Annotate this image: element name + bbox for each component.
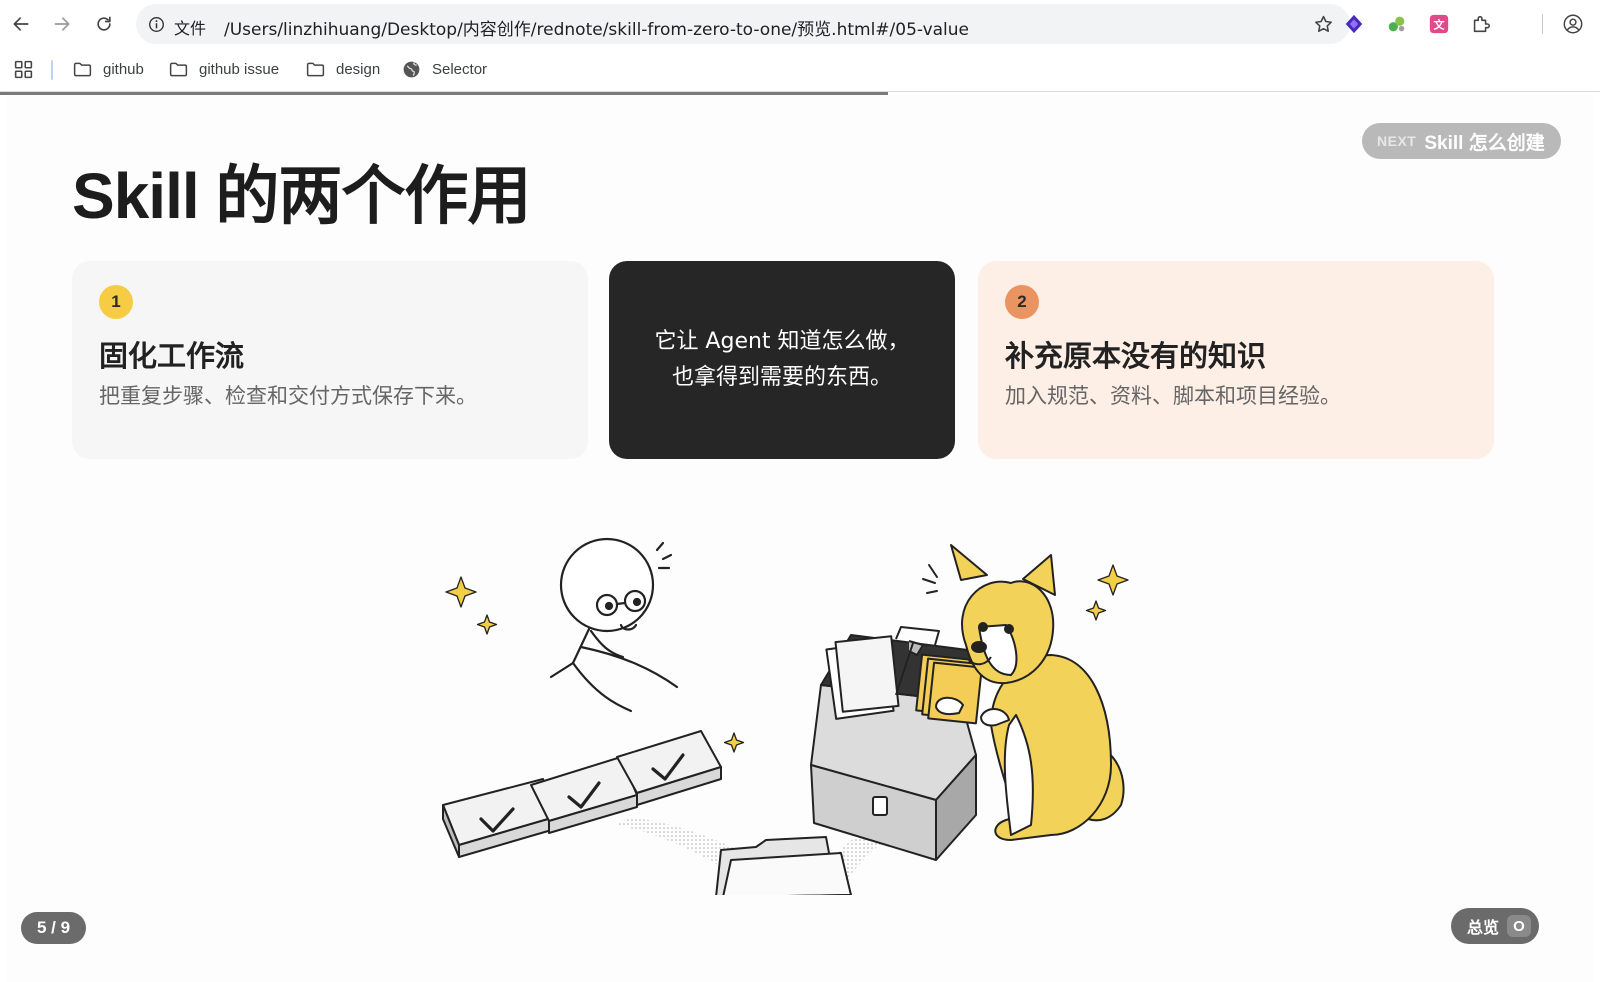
folder-icon [73, 62, 92, 77]
reload-icon [97, 16, 111, 31]
folder-icon [715, 836, 852, 895]
number-badge: 1 [99, 285, 133, 319]
address-bar[interactable]: 文件 /Users/linzhihuang/Desktop/内容创作/redno… [136, 4, 1350, 44]
toolbar-divider [1542, 14, 1543, 34]
card-description: 把重复步骤、检查和交付方式保存下来。 [99, 384, 477, 408]
bookmarks-bar: github github issue design Selector [0, 48, 1600, 92]
extension-puzzle-green-icon[interactable] [1385, 12, 1409, 36]
bookmark-selector[interactable]: Selector [401, 59, 487, 80]
folder-icon [169, 62, 188, 77]
forward-arrow-icon [54, 17, 70, 31]
bookmark-label: design [336, 61, 381, 78]
scheme-label: 文件 [174, 19, 207, 38]
browser-toolbar: 文件 /Users/linzhihuang/Desktop/内容创作/redno… [0, 0, 1600, 48]
next-slide-button[interactable]: NEXT Skill 怎么创建 [1362, 123, 1561, 159]
bookmark-github-issue[interactable]: github issue [168, 59, 279, 80]
extensions-puzzle-icon[interactable] [1469, 12, 1493, 36]
bookmarks-divider [51, 60, 53, 80]
apps-grid-button[interactable] [13, 59, 34, 80]
stick-figure [549, 537, 679, 713]
summary-line-1: 它让 Agent 知道怎么做， [654, 329, 910, 354]
page-title: Skill 的两个作用 [72, 160, 531, 232]
extension-diamond-icon[interactable] [1342, 12, 1366, 36]
url-text[interactable]: /Users/linzhihuang/Desktop/内容创作/rednote/… [224, 15, 969, 40]
slide: Skill 的两个作用 NEXT Skill 怎么创建 1 固化工作流 把重复步… [6, 95, 1594, 982]
card-summary: 它让 Agent 知道怎么做， 也拿得到需要的东西。 [609, 261, 955, 459]
number-badge: 2 [1005, 285, 1039, 319]
bookmark-design[interactable]: design [305, 59, 380, 80]
apps-grid-icon [14, 60, 33, 79]
translate-extension-icon[interactable]: 文 [1427, 12, 1451, 36]
reload-button[interactable] [90, 10, 118, 38]
card-title: 补充原本没有的知识 [1005, 339, 1267, 373]
forward-button[interactable] [48, 10, 76, 38]
bookmark-star-icon[interactable] [1313, 14, 1334, 35]
next-label: Skill 怎么创建 [1424, 132, 1545, 154]
toolbox [810, 626, 992, 861]
card-knowledge: 2 补充原本没有的知识 加入规范、资料、脚本和项目经验。 [978, 261, 1494, 459]
summary-line-2: 也拿得到需要的东西。 [671, 365, 892, 390]
card-title: 固化工作流 [99, 339, 245, 373]
card-description: 加入规范、资料、脚本和项目经验。 [1005, 384, 1341, 408]
globe-icon [403, 61, 420, 78]
skill-illustration [442, 537, 1129, 895]
overview-shortcut-key: O [1507, 915, 1532, 937]
bookmark-label: github [103, 61, 144, 78]
page-indicator: 5 / 9 [21, 912, 87, 944]
overview-label: 总览 [1467, 920, 1500, 937]
card-workflow: 1 固化工作流 把重复步骤、检查和交付方式保存下来。 [72, 261, 588, 459]
profile-avatar-icon[interactable] [1561, 12, 1585, 36]
bookmark-label: Selector [432, 61, 488, 78]
folder-icon [306, 62, 325, 77]
info-icon[interactable] [148, 16, 165, 33]
bookmark-label: github issue [199, 61, 280, 78]
next-kicker: NEXT [1377, 133, 1417, 149]
back-button[interactable] [7, 10, 35, 38]
overview-button[interactable]: 总览 O [1451, 908, 1540, 944]
svg-text:文: 文 [1434, 18, 1446, 32]
bookmark-github[interactable]: github [72, 59, 144, 80]
back-arrow-icon [13, 17, 29, 31]
